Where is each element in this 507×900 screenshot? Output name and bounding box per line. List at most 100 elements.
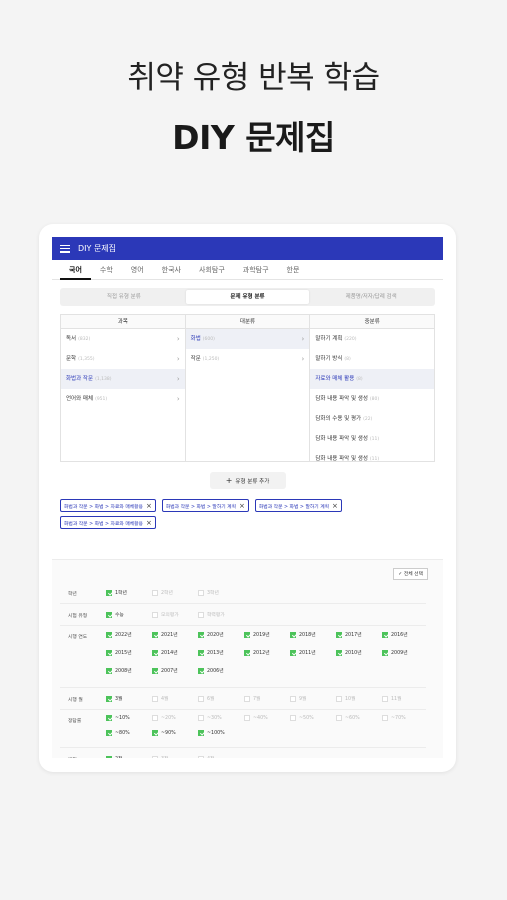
filter-checkbox[interactable]: 학력평가 [198, 611, 225, 618]
filter-checkbox[interactable]: ~70% [382, 715, 406, 721]
filter-checkbox[interactable]: 3학년 [198, 589, 219, 596]
filter-checkbox[interactable]: ~30% [198, 715, 222, 721]
tab-math[interactable]: 수학 [91, 260, 122, 280]
close-icon[interactable]: × [146, 519, 152, 527]
filter-checkbox[interactable]: 9월 [290, 695, 306, 702]
filter-checkbox[interactable]: 4월 [152, 695, 168, 702]
list-item[interactable]: 담화 내용 파악 및 생성 (80) [310, 389, 434, 409]
filter-checkbox[interactable]: 모의평가 [152, 611, 179, 618]
tablet-frame: DIY 문제집 국어 수학 영어 한국사 사회탐구 과학탐구 한문 직접 유형 … [39, 224, 456, 772]
filter-checkbox[interactable]: 2022년 [106, 631, 132, 638]
chevron-right-icon: › [176, 395, 180, 403]
filter-checkbox[interactable]: 2012년 [244, 649, 270, 656]
filter-checkbox[interactable]: 2021년 [152, 631, 178, 638]
filter-checkbox[interactable]: 2020년 [198, 631, 224, 638]
filter-checkbox[interactable]: ~60% [336, 715, 360, 721]
checkbox-checked-icon [106, 589, 112, 596]
filter-checkbox[interactable]: ~20% [152, 715, 176, 721]
list-item-selected[interactable]: 화법과 작문 (1,138) › [61, 369, 185, 389]
filter-checkbox[interactable]: 3점 [152, 755, 168, 758]
list-item[interactable]: 말하기 방식 (8) [310, 349, 434, 369]
filter-checkbox[interactable]: 11월 [382, 695, 402, 702]
filter-checkbox[interactable]: ~90% [152, 730, 176, 736]
select-all-button[interactable]: ✓ 전체 선택 [393, 568, 428, 580]
list-item[interactable]: 독서 (832) › [61, 329, 185, 349]
filter-checkbox[interactable]: 2015년 [106, 649, 132, 656]
filter-checkbox[interactable]: 2010년 [336, 649, 362, 656]
filter-checkbox[interactable]: 2017년 [336, 631, 362, 638]
list-item-selected[interactable]: 자료와 매체 활용 (8) [310, 369, 435, 389]
segment-search[interactable]: 제품명/저자/답례 검색 [309, 290, 433, 304]
checkbox-icon [382, 695, 388, 702]
checkbox-icon [198, 611, 204, 618]
list-item[interactable]: 담화 내용 파악 및 생성 (11) [310, 449, 434, 469]
filter-checkbox[interactable]: ~50% [290, 715, 314, 721]
filter-option-label: 2019년 [253, 633, 270, 638]
filter-checkbox[interactable]: ~80% [106, 730, 130, 736]
selected-chips: 화법과 작문 > 화법 > 자료와 매체활용 × 화법과 작문 > 화법 > 말하… [60, 499, 435, 529]
filter-checkbox[interactable]: 2008년 [106, 667, 132, 674]
checkbox-checked-icon [106, 667, 112, 674]
list-item[interactable]: 언어와 매체 (951) › [61, 389, 185, 409]
column-major: 대분류 화법 (600) › 작문 (1,250) › [185, 315, 311, 461]
filter-checkbox[interactable]: 2019년 [244, 631, 270, 638]
filter-checkbox[interactable]: 6월 [198, 695, 214, 702]
filter-checkbox[interactable]: 2013년 [198, 649, 224, 656]
checkbox-checked-icon [198, 667, 204, 674]
filter-checkbox[interactable]: 수능 [106, 611, 124, 618]
filter-checkbox[interactable]: 1학년 [106, 589, 127, 596]
close-icon[interactable]: × [146, 502, 152, 510]
filter-checkbox[interactable]: ~40% [244, 715, 268, 721]
checkbox-checked-icon [106, 730, 112, 736]
filter-checkbox[interactable]: 2014년 [152, 649, 178, 656]
filter-checkbox[interactable]: 2006년 [198, 667, 224, 674]
list-item[interactable]: 말하기 계획 (220) [310, 329, 434, 349]
checkbox-icon [198, 695, 204, 702]
tab-korean[interactable]: 국어 [60, 260, 91, 280]
column-header: 과목 [61, 315, 185, 329]
close-icon[interactable]: × [239, 502, 245, 510]
list-item[interactable]: 담화의 수용 및 평가 (22) [310, 409, 434, 429]
tab-social[interactable]: 사회탐구 [190, 260, 234, 280]
filter-checkbox[interactable]: 10월 [336, 695, 356, 702]
selected-chip[interactable]: 화법과 작문 > 화법 > 말하기 계획 × [254, 499, 342, 512]
selected-chip[interactable]: 화법과 작문 > 화법 > 자료와 매체활용 × [60, 499, 156, 512]
filter-checkbox[interactable]: 4점 [198, 755, 214, 758]
filter-option-label: 2018년 [299, 633, 316, 638]
tab-korean-history[interactable]: 한국사 [153, 260, 190, 280]
checkbox-checked-icon [290, 649, 296, 656]
list-item[interactable]: 담화 내용 파악 및 생성 (11) [310, 429, 434, 449]
filter-checkbox[interactable]: ~100% [198, 730, 225, 736]
column-middle: 중분류 말하기 계획 (220) 말하기 방식 (8) 자료와 매체 활용 (8) 담… [310, 315, 435, 462]
filter-checkbox[interactable]: 3월 [106, 695, 122, 702]
tab-english[interactable]: 영어 [122, 260, 153, 280]
filter-checkbox[interactable]: 2009년 [382, 649, 408, 656]
tab-science[interactable]: 과학탐구 [234, 260, 278, 280]
filter-checkbox[interactable]: 2011년 [290, 649, 316, 656]
filter-option-label: 2021년 [161, 633, 178, 638]
checkbox-icon [336, 695, 342, 702]
selected-chip[interactable]: 화법과 작문 > 화법 > 말하기 계획 × [161, 499, 249, 512]
filter-checkbox[interactable]: 7월 [244, 695, 260, 702]
filter-checkbox[interactable]: 2016년 [382, 631, 408, 638]
checkbox-checked-icon [106, 631, 112, 638]
list-item-selected[interactable]: 화법 (600) › [185, 329, 310, 349]
filter-checkbox[interactable]: ~10% [106, 715, 130, 721]
filter-checkbox[interactable]: 2018년 [290, 631, 316, 638]
segment-type[interactable]: 문제 유형 분류 [185, 290, 310, 304]
add-category-button[interactable]: + 유형 분류 추가 [209, 472, 286, 489]
segment-direct[interactable]: 직접 유형 분류 [62, 290, 186, 304]
menu-icon[interactable] [60, 244, 70, 253]
tab-hanmun[interactable]: 한문 [278, 260, 309, 280]
filter-checkbox[interactable]: 2007년 [152, 667, 178, 674]
filter-checkbox[interactable]: 2점 [106, 755, 122, 758]
close-icon[interactable]: × [332, 502, 338, 510]
filter-option-label: 2009년 [391, 651, 408, 656]
selected-chip[interactable]: 화법과 작문 > 화법 > 자료와 매체활용 × [60, 516, 156, 529]
plus-icon: + [225, 476, 233, 485]
checkbox-checked-icon [106, 695, 112, 702]
filter-option-label: 4점 [207, 755, 214, 758]
filter-checkbox[interactable]: 2학년 [152, 589, 173, 596]
list-item[interactable]: 문학 (1,355) › [61, 349, 185, 369]
list-item[interactable]: 작문 (1,250) › [186, 349, 310, 369]
